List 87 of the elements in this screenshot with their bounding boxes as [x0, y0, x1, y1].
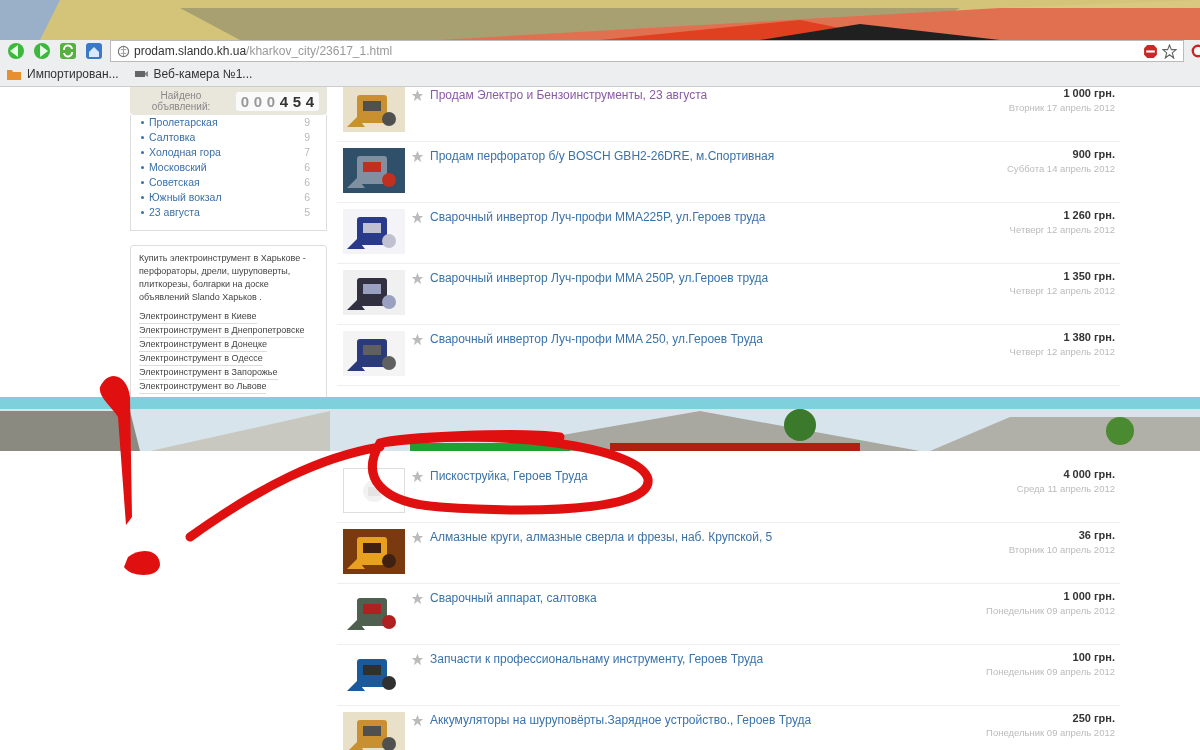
star-icon[interactable]: [1162, 43, 1177, 59]
city-link[interactable]: Электроинструмент в Днепропетровске: [139, 324, 305, 338]
price: 100 грн.: [1072, 651, 1115, 663]
district-count: 6: [304, 175, 310, 190]
district-count: 6: [304, 160, 310, 175]
price: 4 000 грн.: [1063, 468, 1115, 480]
city-link[interactable]: Электроинструмент в Одессе: [139, 352, 263, 366]
date: Понедельник 09 апрель 2012: [986, 666, 1115, 677]
bullet-icon: [141, 181, 144, 184]
listing-title-link[interactable]: Сварочный инвертор Луч-профи MMA 250P, ул.Героев труда: [430, 270, 1004, 285]
star-icon[interactable]: [411, 653, 424, 666]
listing-title-link[interactable]: Запчасти к профессиональнаму инструменту, Героев Труда: [430, 651, 981, 666]
district-link[interactable]: Холодная гора: [149, 145, 221, 160]
address-field[interactable]: prodam.slando.kh.ua/kharkov_city/23617_1.html: [110, 40, 1184, 62]
reload-icon[interactable]: [58, 41, 78, 61]
price: 36 грн.: [1078, 529, 1115, 541]
star-icon[interactable]: [411, 470, 424, 483]
star-icon[interactable]: [411, 211, 424, 224]
price: 1 260 грн.: [1063, 209, 1115, 221]
date: Вторник 17 апрель 2012: [1008, 102, 1115, 113]
district-count: 9: [304, 115, 310, 130]
adblock-icon[interactable]: [1143, 43, 1158, 59]
star-icon[interactable]: [411, 592, 424, 605]
counter-digit: 4: [278, 92, 290, 110]
star-icon[interactable]: [411, 531, 424, 544]
date: Суббота 14 апрель 2012: [1007, 163, 1115, 174]
price: 1 380 грн.: [1063, 331, 1115, 343]
bullet-icon: [141, 211, 144, 214]
district-count: 6: [304, 190, 310, 205]
listing-title-link[interactable]: Сварочный инвертор Луч-профи MMA225P, ул.Героев труда: [430, 209, 1004, 224]
price: 900 грн.: [1072, 148, 1115, 160]
date: Среда 11 апрель 2012: [1016, 483, 1115, 494]
price: 250 грн.: [1072, 712, 1115, 724]
counter-digit: 0: [265, 92, 277, 110]
bullet-icon: [141, 196, 144, 199]
forward-icon[interactable]: [32, 41, 52, 61]
bookmark[interactable]: Веб-камера №1...: [132, 67, 253, 81]
star-icon[interactable]: [411, 714, 424, 727]
listing-title-link[interactable]: Сварочный инвертор Луч-профи MMA 250, ул.Героев Труда: [430, 331, 1004, 346]
counter-label: Найдено объявлений:: [150, 90, 212, 112]
date: Понедельник 09 апрель 2012: [986, 605, 1115, 616]
listing-title-link[interactable]: Пискоструйка, Героев Труда: [430, 468, 1011, 483]
date: Четверг 12 апрель 2012: [1009, 285, 1115, 296]
district-link[interactable]: Московский: [149, 160, 207, 175]
district-link[interactable]: Советская: [149, 175, 200, 190]
bullet-icon: [141, 121, 144, 124]
district-link[interactable]: Южный вокзал: [149, 190, 222, 205]
star-icon[interactable]: [411, 272, 424, 285]
date: Вторник 10 апрель 2012: [1008, 544, 1115, 555]
counter-digit: 0: [252, 92, 264, 110]
star-icon[interactable]: [411, 150, 424, 163]
price: 1 000 грн.: [1063, 590, 1115, 602]
home-icon[interactable]: [84, 41, 104, 61]
price: 1 000 грн.: [1063, 87, 1115, 99]
globe-icon: [117, 44, 130, 58]
district-link[interactable]: 23 августа: [149, 205, 200, 220]
bookmark[interactable]: Импортирован...: [6, 67, 119, 81]
district-count: 9: [304, 130, 310, 145]
counter-digit: 4: [304, 92, 316, 110]
star-icon[interactable]: [411, 333, 424, 346]
district-link[interactable]: Пролетарская: [149, 115, 218, 130]
district-count: 5: [304, 205, 310, 220]
url-text: prodam.slando.kh.ua/kharkov_city/23617_1.html: [134, 44, 393, 58]
district-link[interactable]: Салтовка: [149, 130, 196, 145]
listing-title-link[interactable]: Аккумуляторы на шуруповёрты.Зарядное устройство., Героев Труда: [430, 712, 981, 727]
counter-digit: 5: [291, 92, 303, 110]
listing-title-link[interactable]: Алмазные круги, алмазные сверла и фрезы, наб. Крупской, 5: [430, 529, 1003, 544]
bullet-icon: [141, 136, 144, 139]
date: Понедельник 09 апрель 2012: [986, 727, 1115, 738]
folder-icon: [6, 67, 22, 81]
date: Четверг 12 апрель 2012: [1009, 346, 1115, 357]
listing-title-link[interactable]: Продам Электро и Бензоинструменты, 23 августа: [430, 87, 1003, 102]
info-text: Купить электроинструмент в Харькове - перфораторы, дрели, шуруповерты, плиткорезы, болгарки на доске объявлений Slando Харьков .: [139, 252, 307, 304]
district-count: 7: [304, 145, 310, 160]
back-icon[interactable]: [6, 41, 26, 61]
date: Четверг 12 апрель 2012: [1009, 224, 1115, 235]
listing-title-link[interactable]: Сварочный аппарат, салтовка: [430, 590, 981, 605]
bullet-icon: [141, 151, 144, 154]
counter-digit: 0: [239, 92, 251, 110]
city-link[interactable]: Электроинструмент во Львове: [139, 380, 267, 394]
city-link[interactable]: Электроинструмент в Запорожье: [139, 366, 278, 380]
city-link[interactable]: Электроинструмент в Киеве: [139, 310, 257, 324]
listing-title-link[interactable]: Продам перфоратор б/у BOSCH GBH2-26DRE, м.Спортивная: [430, 148, 1001, 163]
price: 1 350 грн.: [1063, 270, 1115, 282]
bullet-icon: [141, 166, 144, 169]
city-link[interactable]: Электроинструмент в Донецке: [139, 338, 267, 352]
star-icon[interactable]: [411, 89, 424, 102]
